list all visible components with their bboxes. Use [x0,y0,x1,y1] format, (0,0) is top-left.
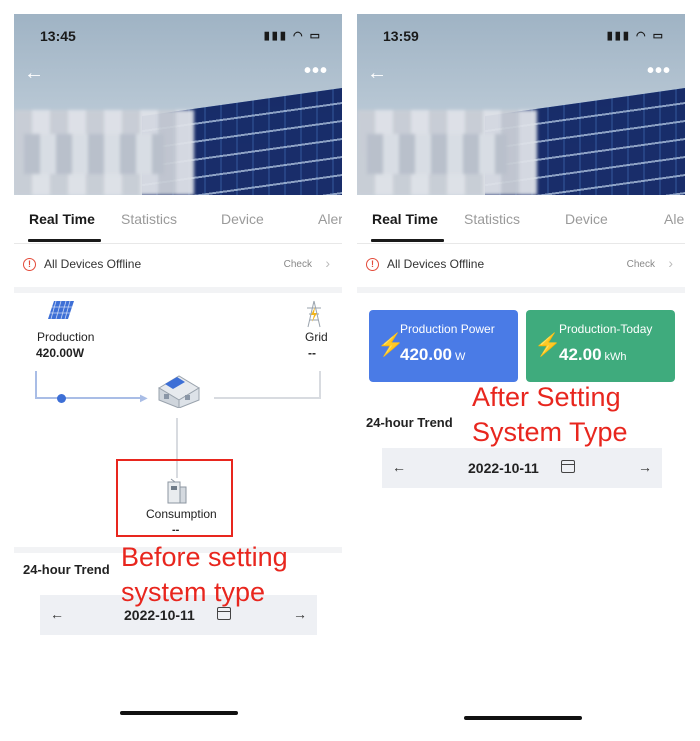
card-title: Production-Today [559,322,653,336]
flow-line [214,397,321,399]
alert-text: All Devices Offline [44,257,142,271]
alert-circle-icon: ! [366,258,379,271]
grid-value: -- [308,346,316,360]
status-time: 13:45 [40,28,76,44]
card-title: Production Power [400,322,495,336]
status-icons: ▮▮▮ ◠ ▭ [263,30,322,42]
lightning-bolt-icon: ⚡ [534,332,562,357]
tab-alerts[interactable]: Aler [318,211,342,227]
production-value: 420.00W [36,346,85,360]
prev-day-button[interactable]: ← [50,606,64,622]
tab-real-time[interactable]: Real Time [372,211,438,227]
prev-day-button[interactable]: ← [392,459,406,475]
status-icons: ▮▮▮ ◠ ▭ [606,30,665,42]
next-day-button[interactable]: → [638,459,652,475]
tab-bar: Real Time Statistics Device Aler [357,195,685,244]
annotation-after: After Setting System Type [472,380,628,450]
active-tab-indicator [371,239,444,242]
flow-line [319,371,321,398]
back-arrow-icon[interactable]: ← [24,62,44,85]
divider [14,287,342,293]
annotation-line-2: system type [121,577,266,607]
tab-bar: Real Time Statistics Device Aler [14,195,342,244]
tab-statistics[interactable]: Statistics [464,211,520,227]
calendar-icon[interactable] [561,460,575,473]
annotation-before: Before setting system type [121,540,288,610]
consumption-label: Consumption [146,507,217,521]
more-icon[interactable]: ••• [304,60,328,83]
status-time: 13:59 [383,28,419,44]
card-production-today[interactable]: ⚡ Production-Today 42.00 kWh [526,310,675,382]
annotation-line-1: After Setting [472,382,621,412]
flow-line [35,397,145,399]
grid-label: Grid [305,330,328,344]
back-arrow-icon[interactable]: ← [367,62,387,85]
home-indicator [464,716,582,720]
tab-alerts[interactable]: Aler [664,211,685,227]
offline-alert[interactable]: ! All Devices Offline Check › [14,244,342,286]
alert-circle-icon: ! [23,258,36,271]
flow-dot [57,394,66,403]
flow-line [35,371,37,398]
date-value[interactable]: 2022-10-11 [468,460,539,476]
trend-title: 24-hour Trend [366,415,453,430]
alert-text: All Devices Offline [387,257,485,271]
home-indicator [120,711,238,715]
annotation-line-2: System Type [472,417,628,447]
plant-hero-image: 13:59 ▮▮▮ ◠ ▭ ← ••• [357,14,685,195]
plant-hero-image: 13:45 ▮▮▮ ◠ ▭ ← ••• [14,14,342,195]
screen-before: 13:45 ▮▮▮ ◠ ▭ ← ••• Real Time Statistics… [14,14,342,734]
production-label: Production [37,330,95,344]
offline-alert[interactable]: ! All Devices Offline Check › [357,244,685,286]
card-production-power[interactable]: ⚡ Production Power 420.00 W [369,310,518,382]
annotation-line-1: Before setting [121,542,288,572]
date-selector: ← 2022-10-11 → [382,448,662,488]
card-value: 420.00 W [400,345,466,364]
active-tab-indicator [28,239,101,242]
trend-title: 24-hour Trend [23,562,110,577]
divider [357,287,685,293]
solar-panel-icon [48,300,74,320]
power-tower-icon [307,300,321,328]
tab-device[interactable]: Device [221,211,264,227]
chevron-right-icon[interactable]: › [325,255,330,271]
chevron-right-icon[interactable]: › [668,255,673,271]
tab-statistics[interactable]: Statistics [121,211,177,227]
next-day-button[interactable]: → [293,606,307,622]
tab-real-time[interactable]: Real Time [29,211,95,227]
more-icon[interactable]: ••• [647,60,671,83]
house-icon [158,375,200,408]
screen-after: 13:59 ▮▮▮ ◠ ▭ ← ••• Real Time Statistics… [357,14,685,734]
check-link[interactable]: Check [284,259,312,270]
flow-arrow-icon: ▶ [140,393,148,404]
card-value: 42.00 kWh [559,345,627,364]
tab-device[interactable]: Device [565,211,608,227]
check-link[interactable]: Check [627,259,655,270]
battery-storage-icon [167,478,187,504]
consumption-value: -- [172,524,180,536]
